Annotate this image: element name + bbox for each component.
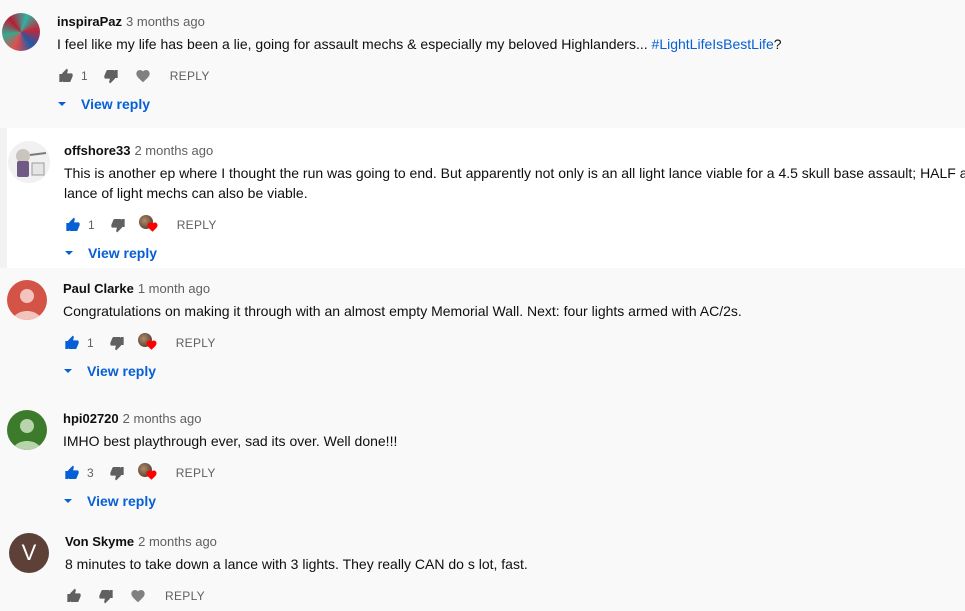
view-reply-toggle[interactable]: View reply bbox=[63, 363, 156, 379]
view-reply-toggle[interactable]: View reply bbox=[63, 493, 156, 509]
creator-heart-icon bbox=[137, 463, 160, 483]
hashtag-link[interactable]: #LightLifeIsBestLife bbox=[652, 36, 774, 52]
comment-time[interactable]: 2 months ago bbox=[138, 534, 217, 549]
thumb-down-icon[interactable] bbox=[109, 216, 127, 234]
comment-body-suffix: ? bbox=[773, 36, 782, 52]
reply-button[interactable]: REPLY bbox=[176, 336, 216, 350]
default-user-icon bbox=[13, 289, 41, 320]
avatar[interactable] bbox=[8, 141, 50, 183]
thumb-down-icon[interactable] bbox=[108, 334, 126, 352]
comment-text: 8 minutes to take down a lance with 3 li… bbox=[65, 556, 528, 572]
chevron-down-icon bbox=[64, 369, 72, 373]
chevron-down-icon bbox=[64, 499, 72, 503]
default-user-icon bbox=[13, 419, 41, 450]
chevron-down-icon bbox=[58, 102, 66, 106]
avatar-letter: V bbox=[21, 540, 37, 565]
comment-author[interactable]: offshore33 bbox=[64, 143, 130, 158]
comment-header: offshore33 2 months ago bbox=[64, 143, 213, 158]
thumb-up-icon[interactable] bbox=[63, 464, 81, 482]
comment-offshore33: offshore33 2 months ago This is another e… bbox=[0, 128, 965, 268]
comment-time[interactable]: 1 month ago bbox=[138, 281, 210, 296]
comment-hpi02720: hpi02720 2 months ago IMHO best playthrou… bbox=[0, 398, 965, 528]
comment-text: Congratulations on making it through wit… bbox=[63, 303, 742, 319]
comment-header: Von Skyme 2 months ago bbox=[65, 534, 217, 549]
thumb-down-icon[interactable] bbox=[102, 67, 120, 85]
comment-time[interactable]: 2 months ago bbox=[123, 411, 202, 426]
heart-icon bbox=[146, 470, 157, 480]
like-count: 1 bbox=[88, 218, 95, 232]
like-count: 3 bbox=[87, 466, 94, 480]
reply-button[interactable]: REPLY bbox=[170, 69, 210, 83]
heart-icon[interactable] bbox=[134, 67, 152, 85]
avatar[interactable]: V bbox=[9, 533, 49, 573]
thumb-up-icon[interactable] bbox=[63, 334, 81, 352]
view-reply-label: View reply bbox=[87, 363, 157, 379]
like-count: 1 bbox=[87, 336, 94, 350]
comment-header: inspiraPaz 3 months ago bbox=[57, 14, 205, 29]
comment-header: hpi02720 2 months ago bbox=[63, 411, 201, 426]
comment-paul-clarke: Paul Clarke 1 month ago Congratulations o… bbox=[0, 268, 965, 398]
view-reply-label: View reply bbox=[88, 245, 158, 261]
comment-text: IMHO best playthrough ever, sad its over… bbox=[63, 433, 398, 449]
comment-body: I feel like my life has been a lie, goin… bbox=[57, 36, 652, 52]
creator-heart-icon bbox=[138, 215, 161, 235]
thread-edge bbox=[0, 128, 7, 268]
comment-author[interactable]: Von Skyme bbox=[65, 534, 134, 549]
view-reply-label: View reply bbox=[81, 96, 151, 112]
comment-header: Paul Clarke 1 month ago bbox=[63, 281, 210, 296]
like-count: 1 bbox=[81, 69, 88, 83]
knight-avatar-art bbox=[8, 141, 50, 183]
comment-time[interactable]: 3 months ago bbox=[126, 14, 205, 29]
comment-time[interactable]: 2 months ago bbox=[134, 143, 213, 158]
view-reply-label: View reply bbox=[87, 493, 157, 509]
thumb-up-icon[interactable] bbox=[65, 587, 83, 605]
comment-author[interactable]: inspiraPaz bbox=[57, 14, 122, 29]
chevron-down-icon bbox=[65, 251, 73, 255]
comment-text-line-2: lance of light mechs can also be viable. bbox=[64, 185, 308, 201]
heart-icon bbox=[146, 340, 157, 350]
comment-actions: 1 REPLY bbox=[57, 66, 210, 86]
heart-icon[interactable] bbox=[129, 587, 147, 605]
comment-von-skyme: V Von Skyme 2 months ago 8 minutes to tak… bbox=[0, 528, 965, 611]
comment-actions: 1 REPLY bbox=[63, 333, 216, 353]
thumb-down-icon[interactable] bbox=[97, 587, 115, 605]
comment-actions: 3 REPLY bbox=[63, 463, 216, 483]
comment-author[interactable]: hpi02720 bbox=[63, 411, 119, 426]
avatar[interactable] bbox=[7, 410, 47, 450]
heart-icon bbox=[147, 222, 158, 232]
creator-heart-icon bbox=[137, 333, 160, 353]
reply-button[interactable]: REPLY bbox=[177, 218, 217, 232]
view-reply-toggle[interactable]: View reply bbox=[64, 245, 157, 261]
comment-author[interactable]: Paul Clarke bbox=[63, 281, 134, 296]
comment-text: I feel like my life has been a lie, goin… bbox=[57, 34, 782, 55]
comment-inspirapaz: inspiraPaz 3 months ago I feel like my li… bbox=[0, 0, 965, 128]
thumb-up-icon[interactable] bbox=[57, 67, 75, 85]
comment-actions: REPLY bbox=[65, 586, 205, 606]
reply-button[interactable]: REPLY bbox=[176, 466, 216, 480]
avatar[interactable] bbox=[2, 13, 40, 51]
reply-button[interactable]: REPLY bbox=[165, 589, 205, 603]
view-reply-toggle[interactable]: View reply bbox=[57, 96, 150, 112]
thumb-up-icon[interactable] bbox=[64, 216, 82, 234]
comment-text-line-1: This is another ep where I thought the r… bbox=[64, 165, 965, 181]
avatar[interactable] bbox=[7, 280, 47, 320]
thumb-down-icon[interactable] bbox=[108, 464, 126, 482]
comment-actions: 1 REPLY bbox=[64, 215, 217, 235]
